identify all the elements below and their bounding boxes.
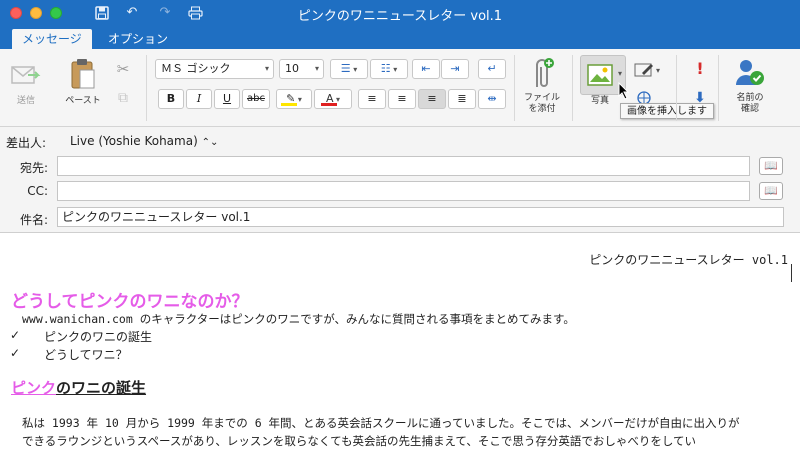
align-center-icon: ≡ (397, 92, 407, 105)
paste-icon[interactable] (68, 57, 98, 91)
subject-label: 件名: (19, 213, 48, 227)
copy-icon[interactable]: ⧉ (115, 91, 131, 107)
send-label: 送信 (16, 96, 35, 106)
cc-field[interactable] (57, 181, 750, 201)
cut-icon[interactable]: ✂ (115, 62, 131, 78)
distribute-button[interactable]: ⇹ (478, 89, 506, 109)
newsletter-header-line: ピンクのワニニュースレター vol.1 (589, 253, 788, 267)
font-size-select[interactable]: 10 ▾ (279, 59, 324, 79)
heading-pink-wani-birth: ピンクのワニの誕生 (11, 379, 147, 397)
align-left-button[interactable]: ≡ (358, 89, 386, 109)
ribbon: 送信 ペースト ✂ ⧉ ＭＳ ゴシック ▾ 10 ▾ ☰ ▾ ☷ ▾ ⇤ ⇥ ↵ B… (0, 49, 800, 127)
title-bar: ↶ ↷ ピンクのワニニュースレター vol.1 (0, 0, 800, 27)
chevron-down-icon: ▾ (390, 65, 398, 74)
address-book-icon[interactable]: 📖 (759, 157, 783, 175)
chevron-down-icon: ▾ (314, 64, 319, 73)
checkmark-icon: ✓ (10, 328, 21, 342)
check-names-label: 名前の 確認 (736, 93, 764, 114)
address-book-icon[interactable]: 📖 (759, 182, 783, 200)
paragraph-line: 私は 1993 年 10 月から 1999 年までの 6 年間、とある英会話スク… (22, 416, 740, 430)
text-direction-button[interactable]: ↵ (478, 59, 506, 79)
align-left-icon: ≡ (367, 92, 377, 105)
tab-message[interactable]: メッセージ (12, 29, 92, 49)
align-right-icon: ≡ (427, 92, 437, 105)
numbering-button[interactable]: ☷ ▾ (370, 59, 408, 79)
check-item: ✓ ピンクのワニの誕生 (10, 328, 153, 344)
ribbon-tabs: メッセージ オプション (0, 27, 800, 49)
align-center-button[interactable]: ≡ (388, 89, 416, 109)
check-names-icon[interactable] (734, 57, 766, 89)
bullets-button[interactable]: ☰ ▾ (330, 59, 368, 79)
text-caret (791, 264, 792, 282)
message-body[interactable]: ピンクのワニニュースレター vol.1 どうしてピンクのワニなのか？ www.w… (0, 234, 800, 450)
bold-button[interactable]: B (158, 89, 184, 109)
window-title: ピンクのワニニュースレター vol.1 (297, 9, 503, 24)
paste-label: ペースト (65, 96, 101, 106)
justify-button[interactable]: ≣ (448, 89, 476, 109)
send-icon[interactable] (10, 61, 42, 91)
highlight-button[interactable]: ✎ ▾ (276, 89, 312, 109)
attach-file-label: ファイル を添付 (523, 93, 560, 114)
picture-icon (587, 64, 613, 86)
chevron-down-icon: ▾ (264, 64, 269, 73)
rtl-icon: ↵ (487, 62, 497, 75)
paperclip-icon[interactable] (528, 57, 556, 91)
italic-button[interactable]: I (186, 89, 212, 109)
intro-paragraph: www.wanichan.com のキャラクターはピンクのワニですが、みんなに質… (22, 312, 575, 326)
numbering-icon: ☷ (380, 62, 391, 75)
increase-indent-button[interactable]: ⇥ (441, 59, 469, 79)
font-color-button[interactable]: A ▾ (314, 89, 352, 109)
strikethrough-button[interactable]: abc (242, 89, 270, 109)
cc-label: CC: (27, 184, 48, 198)
photo-label: 写真 (590, 96, 609, 106)
from-account-select[interactable]: Live (Yoshie Kohama) ⌃⌄ (70, 134, 218, 148)
distribute-icon: ⇹ (487, 92, 497, 105)
font-name-select[interactable]: ＭＳ ゴシック ▾ (155, 59, 274, 79)
align-right-button[interactable]: ≡ (418, 89, 446, 109)
decrease-indent-button[interactable]: ⇤ (412, 59, 440, 79)
mouse-cursor-icon (618, 82, 630, 100)
checkmark-icon: ✓ (10, 346, 21, 360)
subject-field[interactable]: ピンクのワニニュースレター vol.1 (57, 207, 784, 227)
increase-indent-icon: ⇥ (450, 62, 460, 75)
paragraph-line: できるラウンジというスペースがあり、レッスンを取らなくても英会話の先生捕まえて、… (22, 434, 697, 448)
bullets-icon: ☰ (340, 62, 351, 75)
to-label: 宛先: (19, 161, 48, 175)
chevron-down-icon: ▾ (350, 65, 358, 74)
heading-why-pink: どうしてピンクのワニなのか？ (11, 292, 249, 312)
high-priority-icon[interactable]: ! (694, 61, 706, 81)
message-header: 差出人: Live (Yoshie Kohama) ⌃⌄ 宛先: 📖 CC: 📖… (0, 127, 800, 233)
decrease-indent-icon: ⇤ (421, 62, 431, 75)
tab-options[interactable]: オプション (98, 29, 178, 49)
signature-icon[interactable]: ▾ (634, 61, 664, 79)
check-item: ✓ どうしてワニ？ (10, 346, 128, 362)
updown-chevron-icon: ⌃⌄ (201, 137, 219, 148)
justify-icon: ≣ (457, 92, 467, 105)
underline-button[interactable]: U (214, 89, 240, 109)
chevron-down-icon: ▾ (617, 69, 622, 78)
from-label: 差出人: (6, 136, 47, 150)
to-field[interactable] (57, 156, 750, 176)
low-priority-icon[interactable]: ⬇ (694, 91, 706, 111)
svg-text:▾: ▾ (656, 66, 660, 75)
